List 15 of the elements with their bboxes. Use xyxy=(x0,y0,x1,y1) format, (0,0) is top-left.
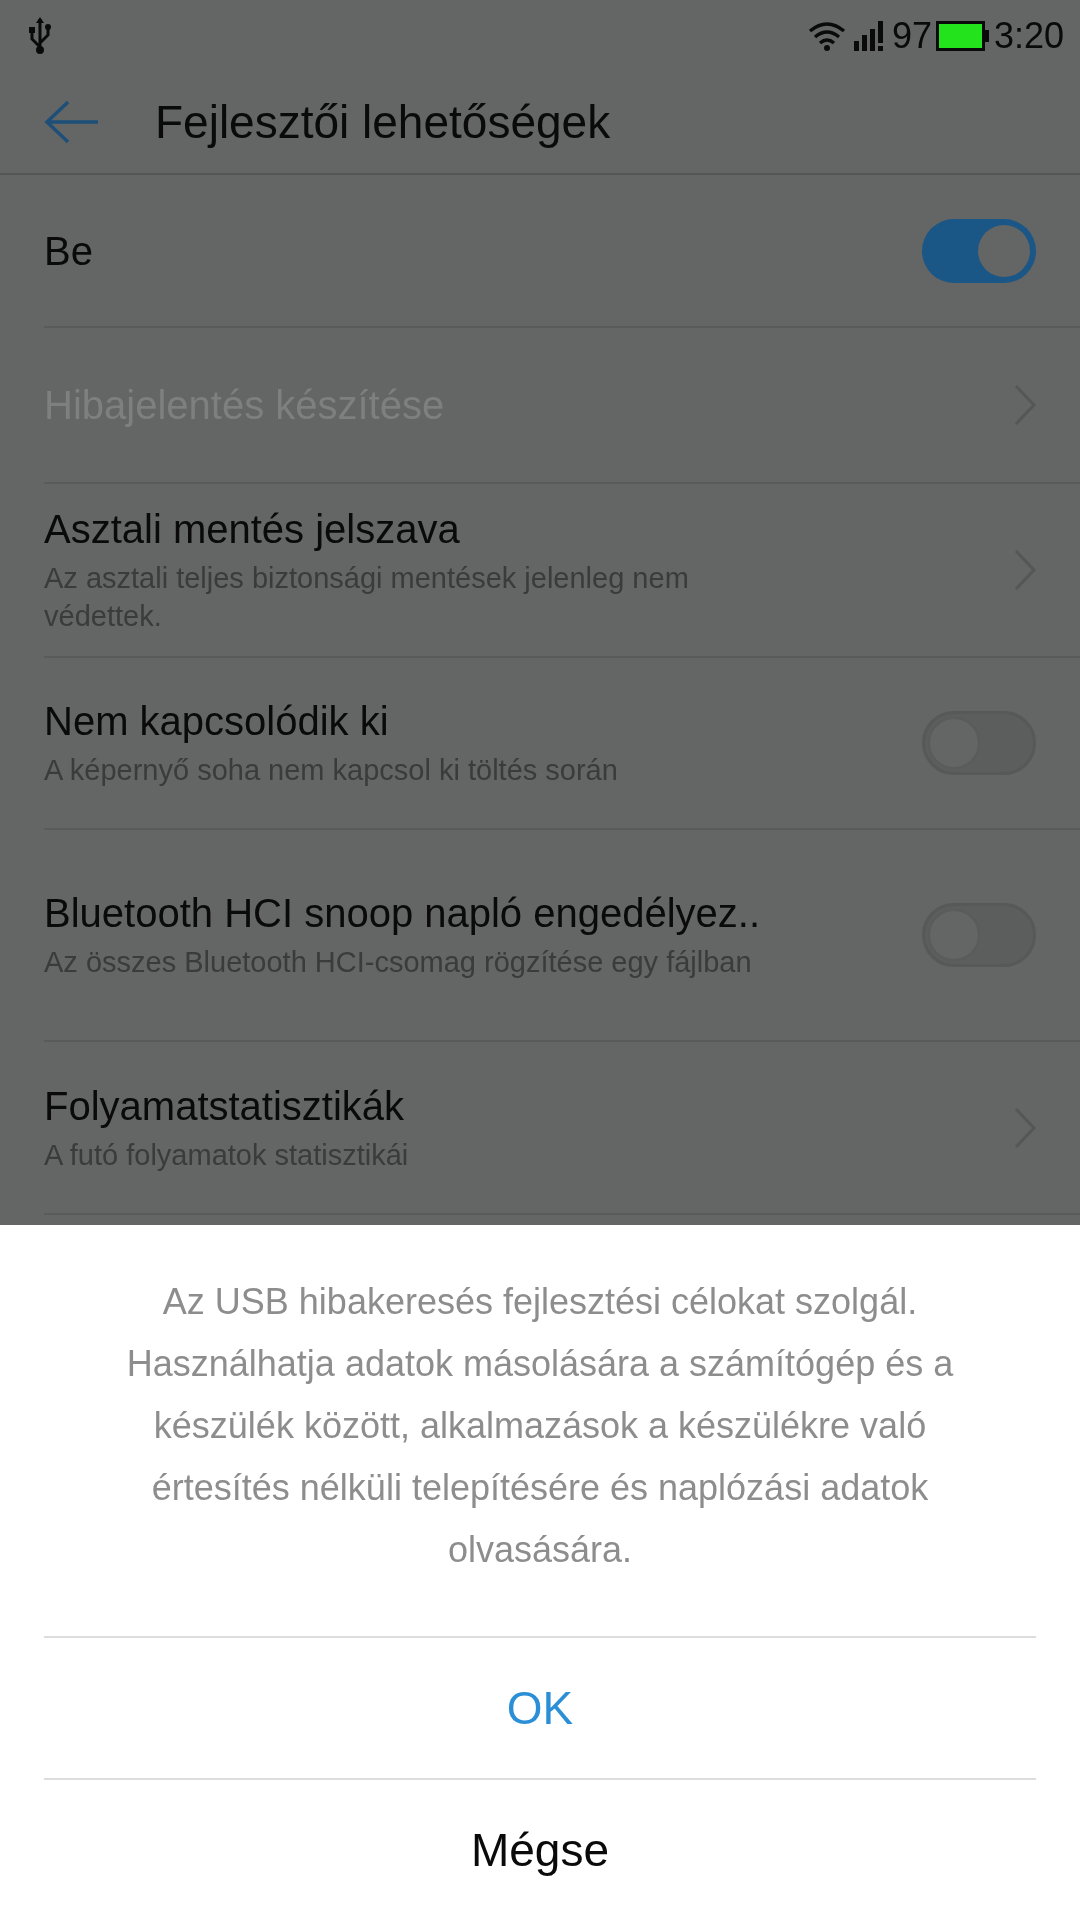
screen-title: Fejlesztői lehetőségek xyxy=(155,94,611,150)
dialog-button[interactable]: OK xyxy=(44,1636,1036,1778)
back-arrow-icon[interactable] xyxy=(44,100,100,144)
setting-title: Nem kapcsolódik ki xyxy=(44,698,390,746)
dialog-message: Az USB hibakeresés fejlesztési célokat szolgál. Használhatja adatok másolására a számítógép és a készülék között, alkalmazások a készülékre való értesítés nélküli telepítésére és naplózási adatok olvasására. xyxy=(125,1280,955,1572)
time-text: 3:20 xyxy=(993,13,1064,58)
setting-title: Be xyxy=(44,227,94,275)
usb-icon xyxy=(28,16,52,55)
setting-title: Asztali mentés jelszava xyxy=(44,506,461,554)
setting-title: Bluetooth HCI snoop napló engedélyez.. xyxy=(44,890,762,938)
wifi-icon xyxy=(807,20,846,51)
battery-icon xyxy=(935,20,990,51)
dialog-button[interactable]: Mégse xyxy=(44,1778,1036,1920)
setting-title: Folyamatstatisztikák xyxy=(44,1082,406,1130)
battery-level-text: 97 xyxy=(891,13,932,58)
